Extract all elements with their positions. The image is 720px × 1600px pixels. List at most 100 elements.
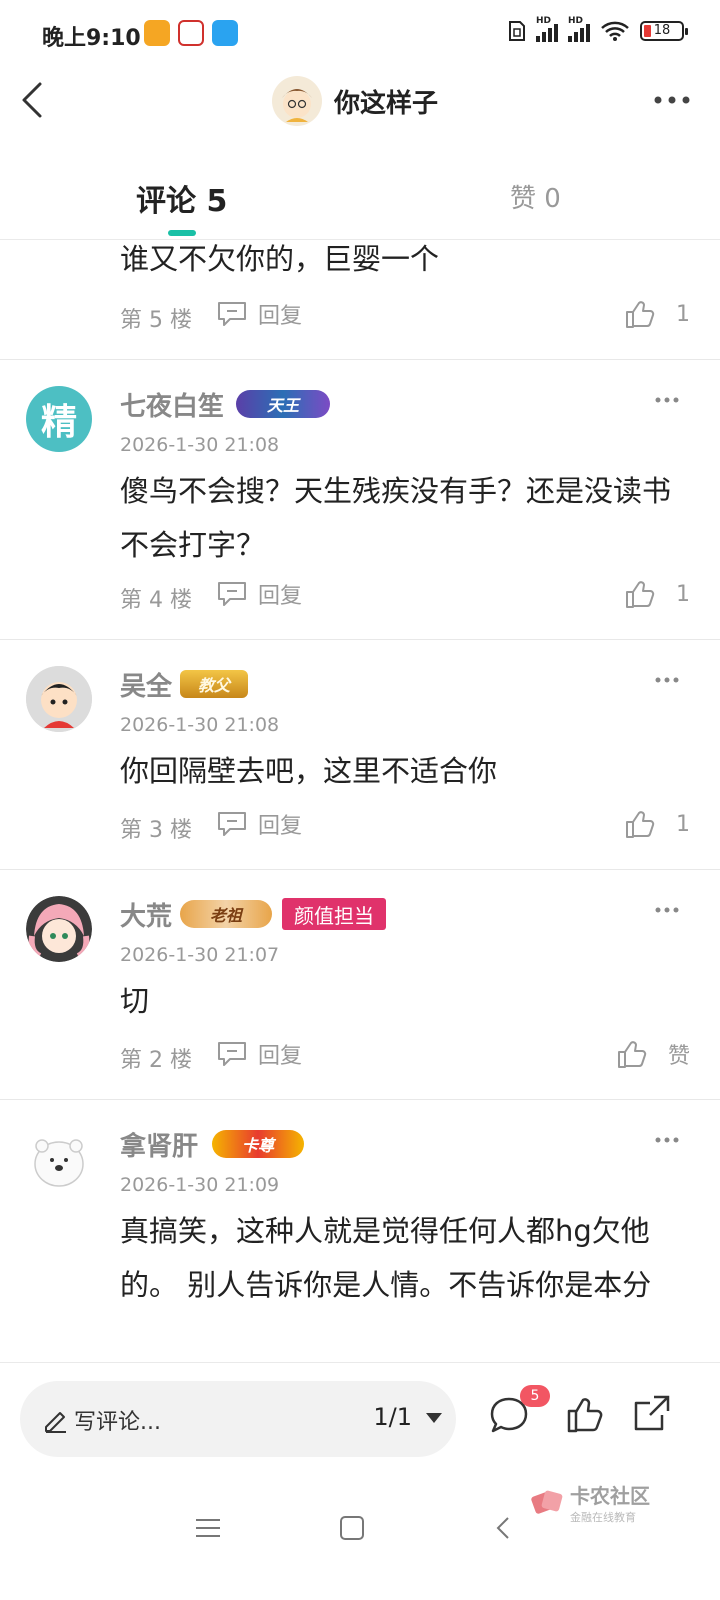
like-button[interactable]: 1	[624, 298, 690, 330]
comment-text: 真搞笑，这种人就是觉得任何人都hg欠他的。 别人告诉你是人情。不告诉你是本分	[120, 1214, 652, 1302]
comment-input[interactable]: 写评论... 1/1	[20, 1381, 456, 1457]
comment-item: 精 七夜白笙 天王 2026-1-30 21:08 傻鸟不会搜？天生残疾没有手？…	[0, 360, 720, 640]
comment-text: 切	[120, 984, 150, 1018]
tab-bar: 评论 5 赞 0	[0, 150, 720, 240]
comment-text: 傻鸟不会搜？天生残疾没有手？还是没读书不会打字？	[120, 474, 672, 562]
comment-footer: 第 5 楼 回复 1	[120, 298, 690, 338]
like-button[interactable]: 1	[624, 808, 690, 840]
avatar[interactable]	[272, 76, 322, 126]
username[interactable]: 大荒	[120, 896, 172, 933]
back-icon[interactable]	[484, 1508, 524, 1548]
comment-text: 谁又不欠你的，巨婴一个	[120, 242, 440, 276]
back-icon[interactable]	[14, 78, 58, 122]
thumbs-up-icon[interactable]	[566, 1393, 604, 1435]
more-icon[interactable]	[654, 1136, 680, 1144]
username[interactable]: 吴全	[120, 666, 172, 703]
notification-app-icon	[144, 20, 170, 46]
watermark-subtitle: 金融在线教育	[570, 1511, 636, 1524]
avatar[interactable]: 精	[26, 386, 92, 452]
reply-label: 回复	[258, 1044, 303, 1069]
like-label: 赞	[667, 1044, 690, 1069]
reply-label: 回复	[258, 584, 303, 609]
thumbs-up-icon	[626, 811, 655, 838]
header-user[interactable]: 你这样子	[272, 76, 438, 126]
thumbs-up-icon	[626, 301, 655, 328]
title-tag: 颜值担当	[282, 898, 386, 930]
reply-button[interactable]: 回复	[216, 1038, 302, 1070]
comment-footer: 第 2 楼 回复 赞	[120, 1038, 690, 1078]
floor-number: 第 4 楼	[120, 588, 192, 613]
avatar[interactable]	[26, 896, 92, 962]
more-icon[interactable]	[654, 906, 680, 914]
avatar[interactable]	[26, 666, 92, 732]
more-icon[interactable]	[654, 396, 680, 404]
page-title: 你这样子	[334, 88, 439, 119]
status-time: 晚上9:10	[42, 26, 141, 51]
status-bar: 晚上9:10 HD HD 18	[0, 0, 720, 64]
comment-item: 大荒 老祖 颜值担当 2026-1-30 21:07 切 第 2 楼 回复 赞	[0, 870, 720, 1100]
more-icon[interactable]	[648, 84, 696, 116]
reply-icon	[218, 812, 246, 836]
like-count: 1	[676, 301, 690, 327]
watermark-title: 卡农社区	[570, 1484, 650, 1508]
level-badge: 卡尊	[212, 1130, 304, 1158]
comment-footer: 第 3 楼 回复 1	[120, 808, 690, 848]
comment-time: 2026-1-30 21:07	[120, 944, 280, 966]
thumbs-up-icon	[626, 581, 655, 608]
comment-time: 2026-1-30 21:09	[120, 1174, 280, 1196]
reply-button[interactable]: 回复	[216, 808, 302, 840]
system-nav-bar: 卡农社区 金融在线教育	[0, 1472, 720, 1600]
reply-icon	[218, 302, 246, 326]
sim-icon	[509, 21, 525, 41]
comment-placeholder: 写评论...	[74, 1410, 161, 1435]
reply-label: 回复	[258, 814, 303, 839]
comment-count-badge: 5	[520, 1385, 550, 1407]
battery-icon: 18	[640, 21, 688, 41]
reply-button[interactable]: 回复	[216, 578, 302, 610]
comment-text: 你回隔壁去吧，这里不适合你	[120, 754, 498, 788]
wifi-icon	[601, 21, 629, 41]
reply-button[interactable]: 回复	[216, 298, 302, 330]
caret-down-icon[interactable]	[426, 1413, 442, 1423]
status-indicators: HD HD 18	[508, 16, 688, 42]
tab-likes[interactable]: 赞 0	[510, 178, 561, 215]
like-count: 1	[676, 581, 690, 607]
floor-number: 第 5 楼	[120, 308, 192, 333]
watermark: 卡农社区 金融在线教育	[530, 1480, 650, 1525]
page-indicator[interactable]: 1/1	[373, 1403, 412, 1431]
floor-number: 第 3 楼	[120, 818, 192, 843]
notification-app-icon	[178, 20, 204, 46]
signal-icon: HD	[568, 16, 590, 42]
menu-icon[interactable]	[188, 1508, 228, 1548]
level-badge: 教父	[180, 670, 248, 698]
bottom-action-bar: 写评论... 1/1 5	[0, 1362, 720, 1472]
like-button[interactable]: 1	[624, 578, 690, 610]
notification-app-icon	[212, 20, 238, 46]
share-icon[interactable]	[632, 1393, 672, 1433]
pencil-icon	[45, 1412, 66, 1433]
watermark-logo-icon	[531, 1490, 563, 1514]
tab-comments[interactable]: 评论 5	[136, 176, 227, 220]
avatar[interactable]	[26, 1126, 92, 1192]
like-count: 1	[676, 811, 690, 837]
like-button[interactable]: 赞	[616, 1038, 690, 1070]
username[interactable]: 拿肾肝	[120, 1126, 198, 1163]
reply-icon	[218, 582, 246, 606]
username[interactable]: 七夜白笙	[120, 386, 224, 423]
comment-footer: 第 4 楼 回复 1	[120, 578, 690, 618]
comment-item: 吴全 教父 2026-1-30 21:08 你回隔壁去吧，这里不适合你 第 3 …	[0, 640, 720, 870]
header: 你这样子	[0, 64, 720, 140]
thumbs-up-icon	[617, 1041, 647, 1068]
battery-level: 18	[653, 23, 671, 38]
signal-icon: HD	[536, 16, 558, 42]
comment-time: 2026-1-30 21:08	[120, 434, 280, 456]
reply-icon	[218, 1042, 246, 1066]
home-icon[interactable]	[332, 1508, 372, 1548]
reply-label: 回复	[258, 304, 303, 329]
comment-time: 2026-1-30 21:08	[120, 714, 280, 736]
more-icon[interactable]	[654, 676, 680, 684]
level-badge: 老祖	[180, 900, 272, 928]
level-badge: 天王	[236, 390, 330, 418]
floor-number: 第 2 楼	[120, 1048, 192, 1073]
comment-item: 谁又不欠你的，巨婴一个 第 5 楼 回复 1	[0, 236, 720, 360]
